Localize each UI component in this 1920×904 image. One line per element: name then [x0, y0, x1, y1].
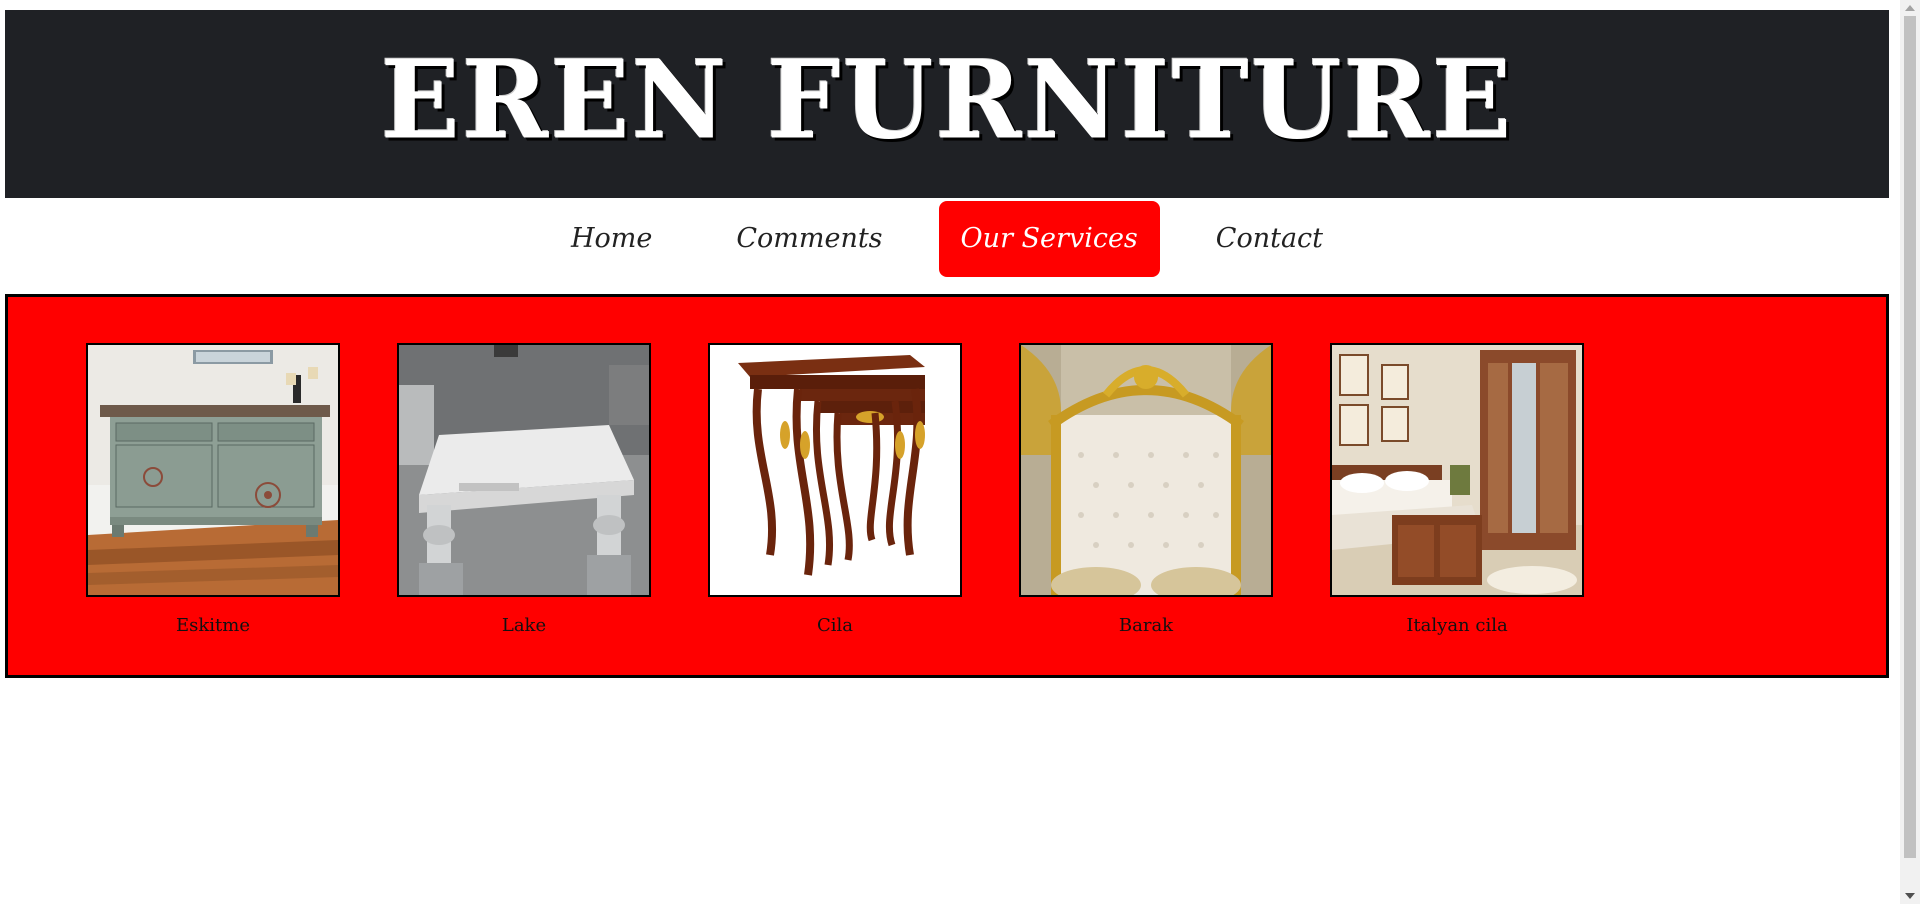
main-nav: Home Comments Our Services Contact [0, 201, 1894, 277]
nav-item-comments[interactable]: Comments [708, 201, 910, 277]
service-card[interactable]: Barak [1019, 343, 1273, 636]
vertical-scrollbar[interactable] [1900, 0, 1920, 904]
services-panel: Eskitme Lake Cila Barak Italyan cila [5, 294, 1889, 678]
site-header: EREN FURNITURE [5, 10, 1889, 198]
service-card[interactable]: Italyan cila [1330, 343, 1584, 636]
nav-item-home[interactable]: Home [543, 201, 680, 277]
bedroom-image[interactable] [1330, 343, 1584, 597]
service-cards: Eskitme Lake Cila Barak Italyan cila [86, 343, 1641, 636]
service-card-label: Cila [816, 615, 854, 636]
service-card[interactable]: Eskitme [86, 343, 340, 636]
service-card-label: Lake [501, 615, 547, 636]
scroll-up-arrow-icon[interactable] [1905, 5, 1915, 11]
service-card-label: Eskitme [176, 615, 250, 636]
table-image[interactable] [397, 343, 651, 597]
scrollbar-thumb[interactable] [1904, 16, 1916, 858]
service-card[interactable]: Cila [708, 343, 962, 636]
service-card[interactable]: Lake [397, 343, 651, 636]
service-card-label: Italyan cila [1406, 615, 1508, 636]
nav-item-contact[interactable]: Contact [1188, 201, 1351, 277]
scroll-down-arrow-icon[interactable] [1905, 893, 1915, 899]
nesting-tables-image[interactable] [708, 343, 962, 597]
nav-item-our-services[interactable]: Our Services [938, 201, 1160, 277]
service-card-label: Barak [1118, 615, 1174, 636]
site-title: EREN FURNITURE [380, 35, 1514, 164]
page: EREN FURNITURE Home Comments Our Service… [0, 0, 1920, 904]
headboard-image[interactable] [1019, 343, 1273, 597]
sideboard-image[interactable] [86, 343, 340, 597]
